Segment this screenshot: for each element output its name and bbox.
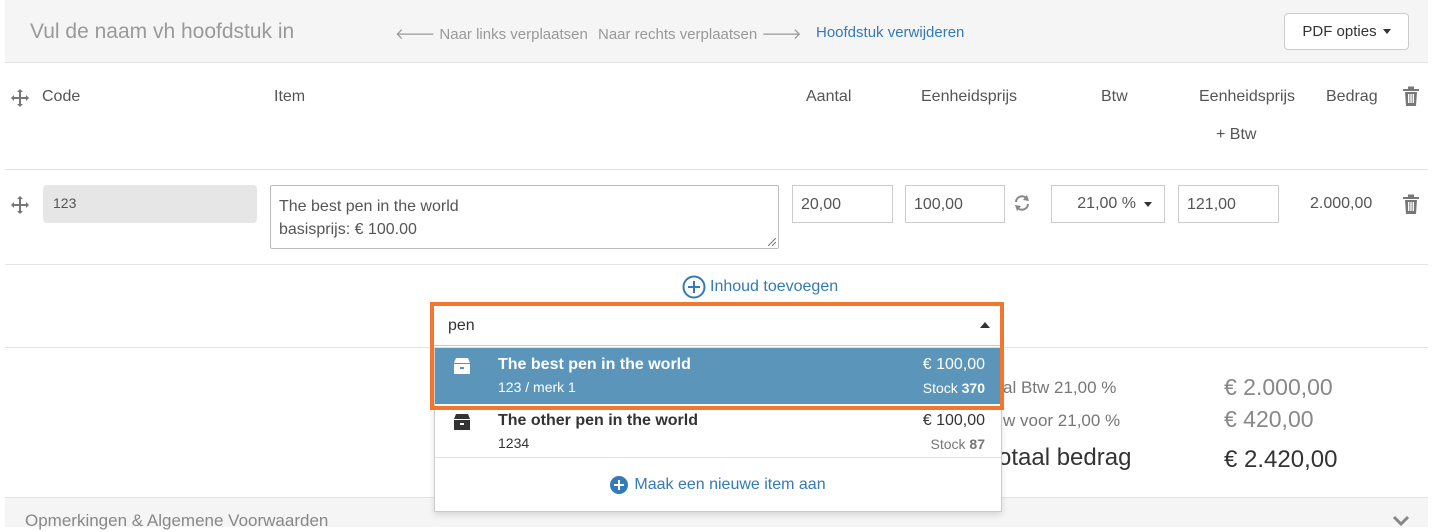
vat-total-label: w voor 21,00 % (1003, 411, 1121, 430)
move-right-label: Naar rechts verplaatsen (598, 26, 758, 43)
item-description-field[interactable]: The best pen in the world basisprijs: € … (270, 185, 779, 249)
option-title: The other pen in the world (498, 412, 698, 429)
move-left-button[interactable]: 🡐 Naar links verplaatsen (395, 24, 588, 43)
vat-value: 21,00 % (1077, 195, 1136, 212)
stock-value: 87 (969, 436, 985, 452)
move-left-label: Naar links verplaatsen (439, 26, 588, 43)
caret-down-icon (1382, 29, 1391, 34)
header-unit-price: Eenheidsprijs (921, 88, 1018, 105)
refresh-icon[interactable] (1012, 193, 1032, 218)
divider (5, 264, 1428, 265)
total-value: € 2.420,00 (1224, 446, 1338, 473)
divider (5, 169, 1428, 170)
vat-select[interactable]: 21,00 % (1051, 185, 1165, 223)
header-item: Item (274, 88, 306, 105)
row-amount: 2.000,00 (1310, 195, 1373, 212)
subtotal-label: al Btw 21,00 % (1003, 378, 1117, 397)
vat-total-value: € 420,00 (1224, 406, 1314, 432)
plus-circle-icon (610, 476, 629, 494)
add-content-label: Inhoud toevoegen (710, 278, 839, 295)
option-price: € 100,00 (922, 412, 985, 429)
row-trash-icon[interactable] (1402, 194, 1420, 219)
unit-price-field[interactable]: 100,00 (905, 185, 1005, 223)
subtotal-value: € 2.000,00 (1224, 374, 1333, 400)
row-move-handle-icon[interactable] (10, 195, 30, 220)
move-right-button[interactable]: Naar rechts verplaatsen 🡒 (598, 24, 802, 43)
result-option-2[interactable]: The other pen in the world 1234 € 100,00… (435, 404, 1001, 460)
caret-down-icon (1144, 201, 1152, 207)
header-vat: Btw (1101, 88, 1128, 105)
remarks-title: Opmerkingen & Algemene Voorwaarden (25, 511, 329, 530)
pdf-options-label: PDF opties (1302, 23, 1377, 40)
chevron-down-icon[interactable] (1392, 514, 1410, 532)
add-content-button[interactable]: Inhoud toevoegen (682, 275, 838, 299)
create-new-item-label: Maak een nieuwe item aan (634, 476, 826, 493)
total-label: otaal bedrag (998, 444, 1132, 471)
plus-circle-icon (682, 275, 706, 299)
trash-icon[interactable] (1402, 86, 1420, 111)
code-field[interactable]: 123 (43, 185, 257, 223)
create-new-item-button[interactable]: Maak een nieuwe item aan (435, 457, 1001, 512)
header-unit-price-vat-sub: + Btw (1216, 126, 1257, 143)
delete-chapter-button[interactable]: Hoofdstuk verwijderen (816, 24, 964, 41)
header-amount: Bedrag (1326, 88, 1378, 105)
highlight-frame (430, 302, 1004, 410)
resize-handle-icon[interactable] (768, 238, 776, 246)
arrow-left-icon: 🡐 (395, 26, 436, 43)
stock-label: Stock (930, 436, 966, 452)
item-line-2: basisprijs: € 100.00 (279, 221, 417, 238)
option-subtitle: 1234 (498, 435, 530, 451)
arrow-right-icon: 🡒 (761, 26, 802, 43)
move-handle-icon (10, 88, 30, 113)
option-stock: Stock 87 (931, 436, 985, 452)
pdf-options-button[interactable]: PDF opties (1284, 13, 1409, 50)
unit-price-vat-field[interactable]: 121,00 (1178, 185, 1279, 223)
header-unit-price-vat: Eenheidsprijs (1199, 88, 1296, 105)
chapter-title-input[interactable]: Vul de naam vh hoofdstuk in (30, 20, 294, 44)
header-quantity: Aantal (806, 88, 852, 105)
item-line-1: The best pen in the world (279, 198, 459, 215)
box-icon (454, 414, 470, 430)
quantity-field[interactable]: 20,00 (792, 185, 893, 223)
header-code: Code (42, 88, 81, 105)
